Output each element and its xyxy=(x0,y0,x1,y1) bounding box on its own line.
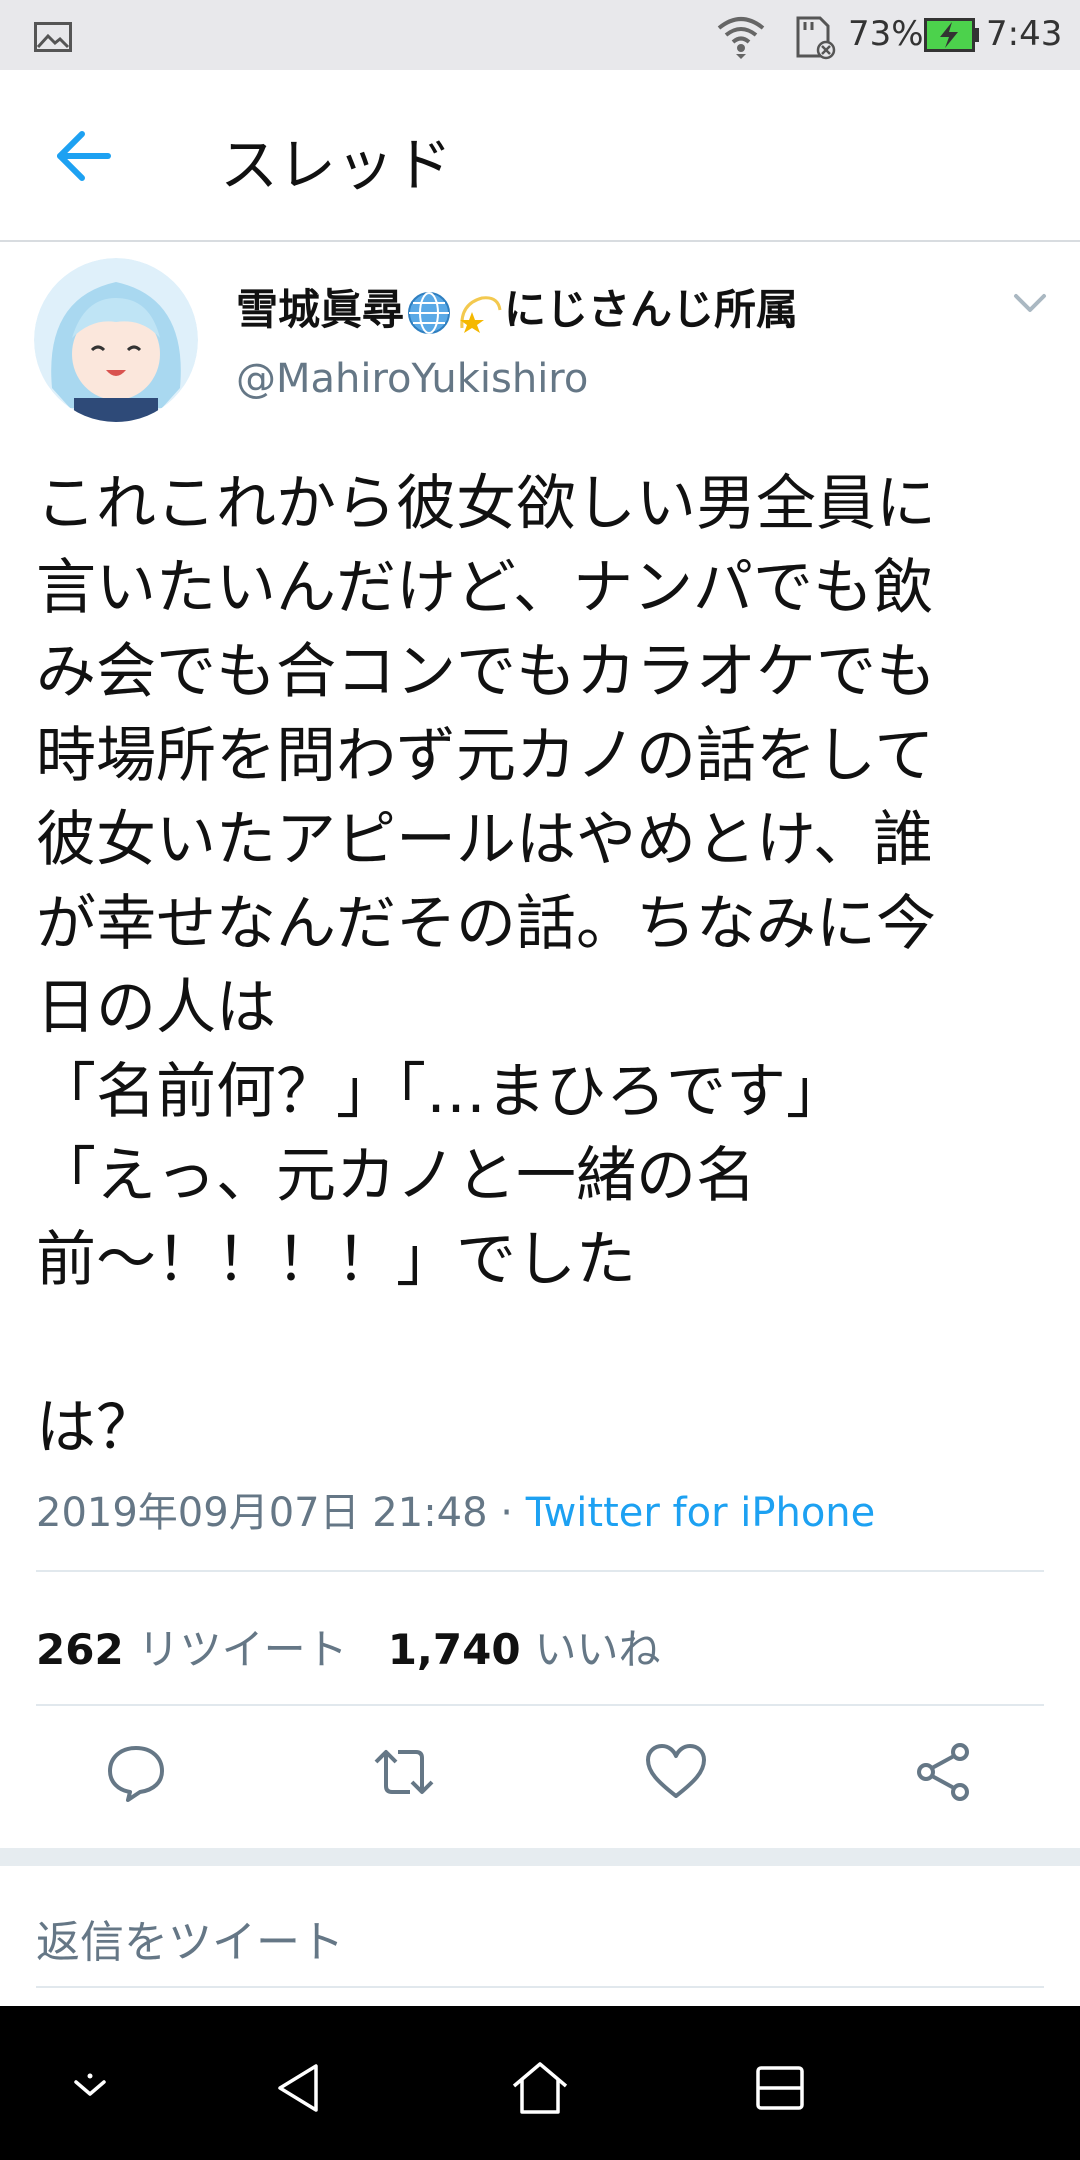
arrow-left-icon[interactable] xyxy=(52,126,116,186)
author-name-text: 雪城眞尋 xyxy=(236,285,405,334)
avatar[interactable] xyxy=(34,258,198,422)
retweet-label[interactable]: リツイート xyxy=(138,1625,348,1674)
status-bar: 73% 7:43 xyxy=(0,0,1080,70)
reply-icon[interactable] xyxy=(104,1740,168,1804)
share-icon[interactable] xyxy=(912,1740,976,1804)
home-icon[interactable] xyxy=(508,2056,572,2120)
meta-separator: · xyxy=(487,1490,526,1536)
section-gap xyxy=(0,1848,1080,1866)
battery-percent: 73% xyxy=(848,14,924,54)
clock: 7:43 xyxy=(986,14,1063,54)
tweet-stats: 262 リツイート 1,740 いいね xyxy=(36,1616,701,1677)
divider xyxy=(36,1986,1044,1988)
like-icon[interactable] xyxy=(644,1740,708,1804)
globe-emoji-icon xyxy=(408,291,451,334)
tweet-source-link[interactable]: Twitter for iPhone xyxy=(526,1490,876,1536)
wifi-icon xyxy=(717,17,765,59)
recents-icon[interactable] xyxy=(748,2056,812,2120)
author-affiliation-text: にじさんじ所属 xyxy=(504,285,799,334)
system-nav-bar xyxy=(0,2006,1080,2160)
tweet-timestamp: 2019年09月07日 21:48 xyxy=(36,1490,488,1536)
page-title: スレッド xyxy=(220,131,453,199)
tweet-action-bar xyxy=(0,1740,1080,1850)
sd-card-icon xyxy=(796,16,836,60)
like-label[interactable]: いいね xyxy=(535,1625,661,1674)
hide-nav-icon[interactable] xyxy=(58,2056,122,2120)
retweet-count[interactable]: 262 xyxy=(36,1625,124,1674)
like-count[interactable]: 1,740 xyxy=(388,1625,521,1674)
divider xyxy=(36,1704,1044,1706)
reply-input[interactable]: 返信をツイート xyxy=(36,1906,344,1970)
author-display-name[interactable]: 雪城眞尋 にじさんじ所属 xyxy=(236,276,798,337)
tweet-meta: 2019年09月07日 21:48 · Twitter for iPhone xyxy=(36,1480,875,1538)
divider xyxy=(36,1570,1044,1572)
app-bar: スレッド xyxy=(0,70,1080,242)
tweet-text: これこれから彼女欲しい男全員に 言いたいんだけど、ナンパでも飲 み会でも合コンで… xyxy=(36,469,936,1463)
gallery-icon xyxy=(34,22,72,52)
dizzy-star-emoji-icon xyxy=(460,295,502,333)
author-handle[interactable]: @MahiroYukishiro xyxy=(236,356,588,402)
chevron-down-icon[interactable] xyxy=(1010,290,1050,318)
battery-charging-icon xyxy=(924,18,979,52)
retweet-icon[interactable] xyxy=(372,1740,436,1804)
back-triangle-icon[interactable] xyxy=(268,2056,332,2120)
